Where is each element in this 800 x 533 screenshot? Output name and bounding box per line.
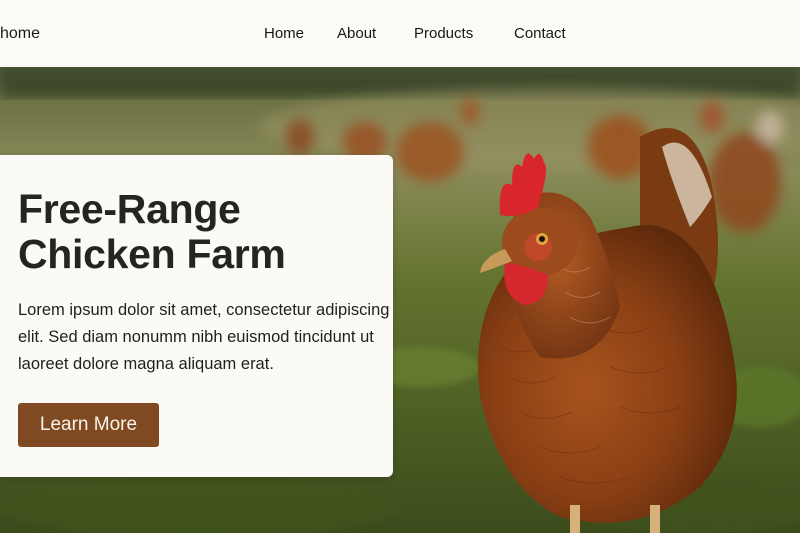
hero-title-line1: Free-Range <box>18 186 241 232</box>
main-nav: Home About Products Contact <box>0 25 800 45</box>
nav-link-about[interactable]: About <box>337 25 376 42</box>
hero-description: Lorem ipsum dolor sit amet, consectetur … <box>18 301 390 373</box>
nav-link-products[interactable]: Products <box>414 25 473 42</box>
hero-title-line2: Chicken Farm <box>18 231 286 277</box>
learn-more-button[interactable]: Learn More <box>18 403 159 447</box>
hero-title: Free-Range Chicken Farm <box>18 187 388 277</box>
top-navigation-bar: home Home About Products Contact <box>0 0 800 67</box>
nav-link-contact[interactable]: Contact <box>514 25 566 42</box>
nav-link-home[interactable]: Home <box>264 25 304 42</box>
